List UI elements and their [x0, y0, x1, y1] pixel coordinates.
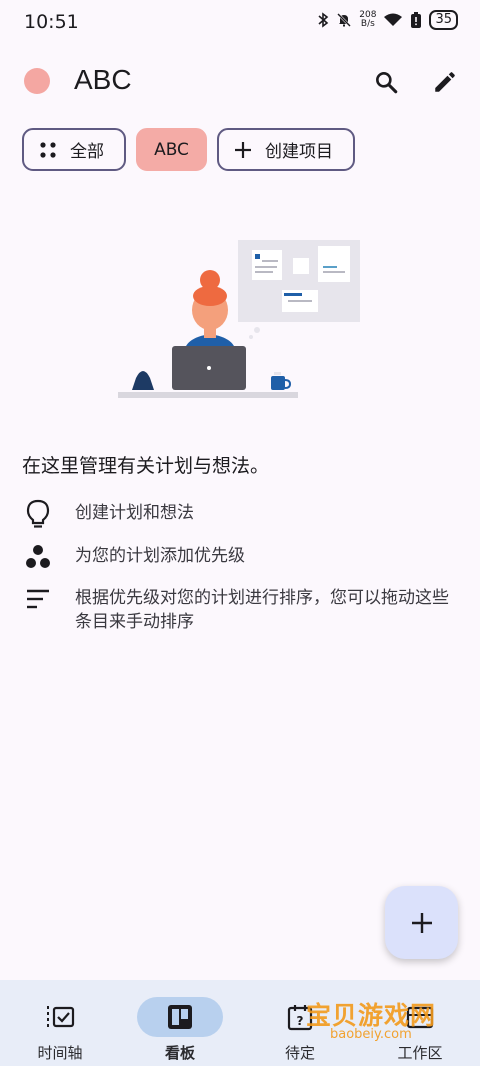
chip-all[interactable]: 全部	[22, 128, 126, 171]
sort-lines-icon	[22, 583, 54, 615]
battery-saver-icon	[411, 11, 422, 28]
grid-dots-icon	[38, 140, 58, 160]
wifi-icon	[384, 13, 403, 26]
status-time: 10:51	[24, 11, 79, 33]
chip-abc-label: ABC	[154, 139, 189, 160]
status-icons: 208 B/s 35	[317, 10, 458, 30]
empty-state-illustration	[118, 240, 360, 398]
feature-create-plans-text: 创建计划和想法	[75, 503, 194, 523]
nav-timeline-label: 时间轴	[37, 1044, 83, 1062]
net-speed-unit: B/s	[360, 19, 375, 29]
page-title: ABC	[74, 64, 132, 95]
nav-board-label: 看板	[164, 1044, 195, 1062]
plus-icon	[411, 912, 432, 933]
mute-bell-icon	[337, 13, 352, 27]
search-icon	[376, 72, 398, 94]
priority-dots-icon	[22, 541, 54, 573]
chip-abc[interactable]: ABC	[136, 128, 207, 171]
plus-icon	[233, 140, 253, 160]
nav-timeline-indicator	[17, 997, 103, 1037]
lightbulb-icon	[22, 498, 54, 530]
project-color-dot	[24, 68, 50, 94]
nav-timeline[interactable]: 时间轴	[0, 980, 120, 1066]
bluetooth-icon	[318, 12, 329, 28]
watermark: 宝贝游戏网 baobeiy.com	[300, 994, 460, 1054]
search-button[interactable]	[368, 64, 404, 100]
feature-priority-text: 为您的计划添加优先级	[75, 546, 245, 566]
add-plan-fab[interactable]	[385, 886, 458, 959]
chip-all-label: 全部	[70, 142, 104, 162]
app-bar: ABC	[0, 52, 480, 112]
chip-create-project[interactable]: 创建项目	[217, 128, 355, 171]
chip-create-project-label: 创建项目	[265, 142, 333, 162]
watermark-url: baobeiy.com	[330, 1027, 412, 1042]
edit-button[interactable]	[427, 64, 463, 100]
nav-board-indicator	[137, 997, 223, 1037]
battery-indicator: 35	[429, 10, 458, 30]
empty-state-headline: 在这里管理有关计划与想法。	[22, 455, 270, 477]
pencil-icon	[435, 72, 455, 92]
timeline-icon	[47, 1006, 75, 1028]
board-icon	[168, 1005, 192, 1029]
net-speed: 208 B/s	[359, 11, 376, 29]
status-bar: 10:51 208 B/s 35	[0, 0, 480, 44]
nav-board[interactable]: 看板	[120, 980, 240, 1066]
feature-sort-text: 根据优先级对您的计划进行排序，您可以拖动这些条目来手动排序	[75, 588, 449, 632]
